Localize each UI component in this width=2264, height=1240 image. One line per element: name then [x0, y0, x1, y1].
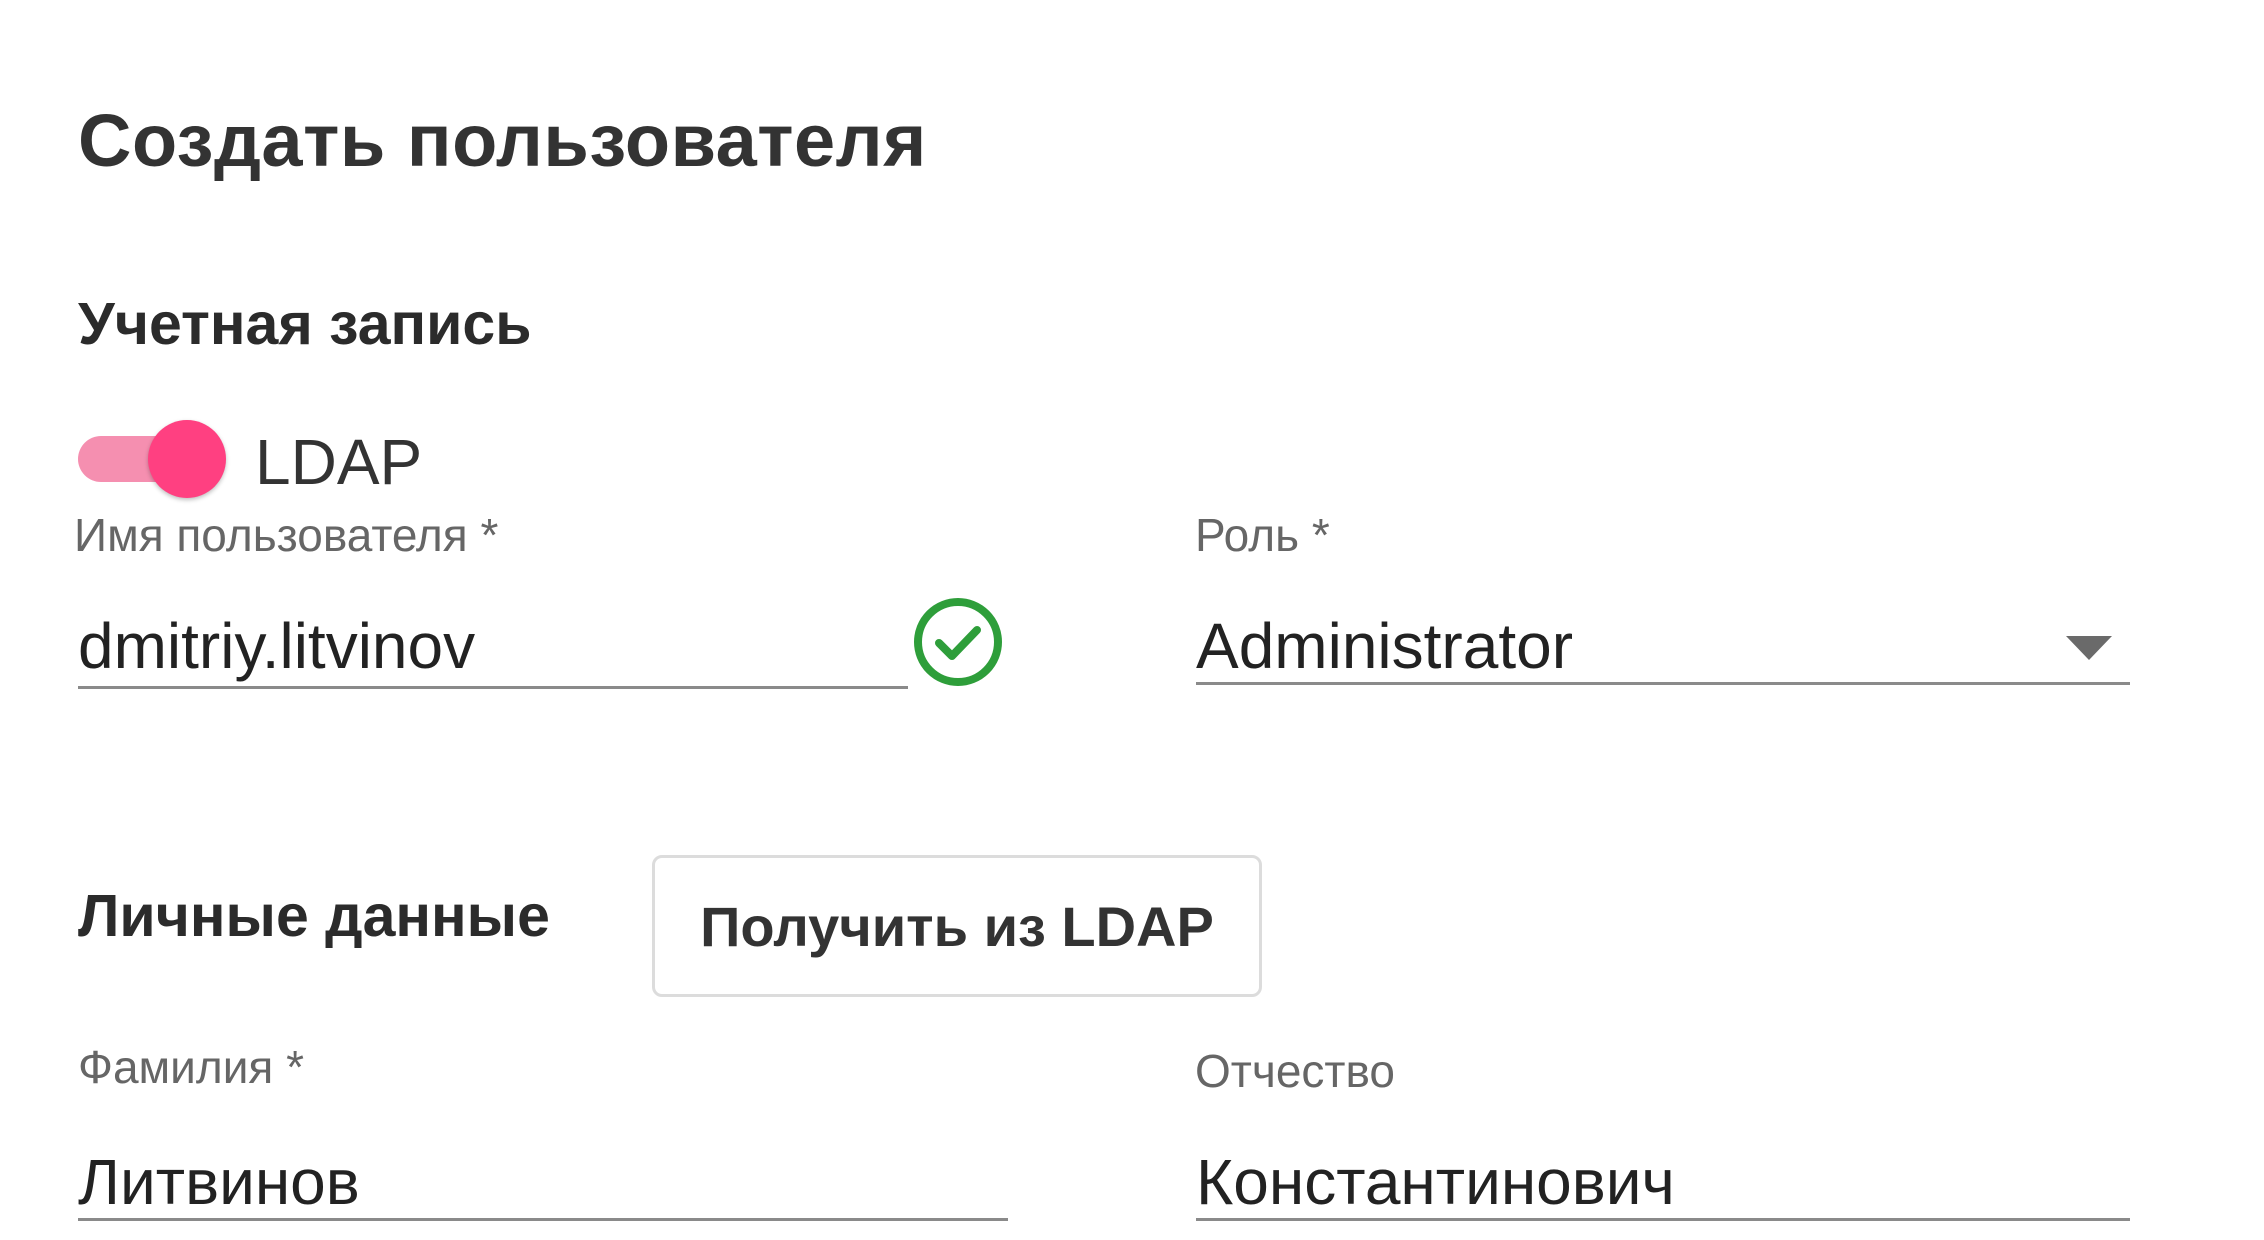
- account-section-title: Учетная запись: [78, 291, 532, 357]
- username-label: Имя пользователя *: [74, 509, 499, 561]
- patronymic-input[interactable]: Константинович: [1196, 1150, 1675, 1214]
- personal-section-title: Личные данные: [78, 883, 550, 949]
- last-name-label: Фамилия *: [78, 1041, 305, 1093]
- role-value: Administrator: [1196, 610, 1573, 682]
- ldap-toggle-label: LDAP: [255, 426, 423, 498]
- role-underline: [1196, 682, 2130, 685]
- username-underline: [78, 686, 908, 689]
- role-label: Роль *: [1195, 509, 1330, 561]
- last-name-underline: [78, 1218, 1008, 1221]
- patronymic-underline: [1196, 1218, 2130, 1221]
- patronymic-label: Отчество: [1195, 1045, 1395, 1097]
- check-circle-icon: [914, 598, 1002, 686]
- chevron-down-icon[interactable]: [2066, 636, 2112, 660]
- page-title: Создать пользователя: [78, 99, 927, 182]
- ldap-toggle[interactable]: [78, 420, 226, 498]
- toggle-thumb: [148, 420, 226, 498]
- last-name-input[interactable]: Литвинов: [78, 1150, 360, 1214]
- username-input[interactable]: dmitriy.litvinov: [78, 614, 475, 678]
- fetch-from-ldap-button[interactable]: Получить из LDAP: [652, 855, 1262, 997]
